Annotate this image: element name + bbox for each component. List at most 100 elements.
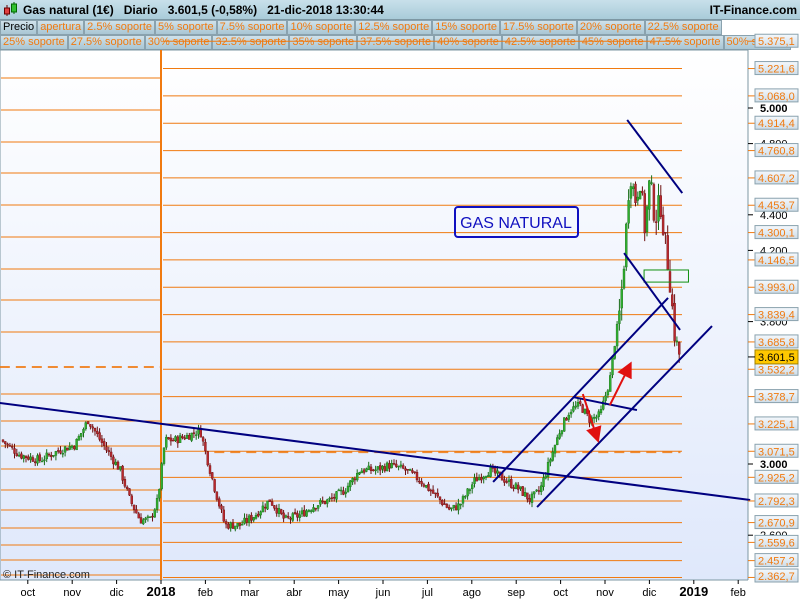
x-tick-label: dic	[110, 587, 125, 599]
candle-body	[296, 513, 299, 518]
candle-body	[160, 463, 163, 490]
candle-body	[217, 498, 221, 507]
candle-body	[466, 488, 469, 497]
candle-body	[595, 416, 598, 419]
candle-body	[268, 499, 271, 502]
support-label: 5.375,1	[758, 36, 795, 48]
candle-body	[473, 477, 476, 484]
candle-body	[220, 505, 223, 510]
candle-body	[392, 463, 396, 465]
candle	[213, 478, 216, 494]
support-label: 2.670,9	[758, 518, 795, 530]
candle	[652, 182, 656, 223]
candle-body	[551, 451, 554, 461]
candle-body	[70, 445, 74, 448]
candle-body	[119, 466, 122, 470]
candle-body	[535, 489, 538, 492]
candle-body	[487, 475, 490, 478]
candle-body	[259, 511, 262, 516]
candle-body	[411, 470, 414, 473]
candle-body	[91, 426, 94, 429]
annotation-text: GAS NATURAL	[460, 215, 572, 232]
candle-body	[678, 341, 681, 355]
support-label: 2.362,7	[758, 571, 795, 583]
support-label: 4.146,5	[758, 255, 795, 267]
candle-body	[15, 453, 19, 457]
candle-body	[178, 435, 182, 443]
candle-body	[105, 446, 108, 451]
candle-body	[542, 477, 545, 487]
candle-body	[77, 436, 81, 441]
candle-body	[109, 451, 113, 457]
candle-body	[471, 484, 474, 490]
candle-body	[114, 461, 117, 466]
candle-body	[165, 436, 168, 448]
candle-body	[583, 408, 587, 414]
candle-body	[606, 390, 610, 396]
candle-body	[1, 439, 5, 442]
candle-body	[427, 483, 430, 491]
candle-body	[273, 505, 276, 509]
candle	[622, 265, 626, 290]
candle	[611, 357, 614, 379]
candle-body	[289, 517, 292, 520]
candle-body	[643, 193, 646, 234]
current-price-label: 3.601,5	[758, 352, 795, 364]
candle-body	[648, 180, 651, 210]
candle-body	[560, 430, 564, 435]
candle-body	[636, 196, 639, 201]
candle-body	[215, 491, 219, 500]
candle-body	[139, 517, 143, 524]
support-label: 5.068,0	[758, 91, 795, 103]
candle-body	[47, 453, 51, 456]
candle-body	[112, 456, 115, 465]
candle-body	[61, 453, 64, 455]
candle-body	[116, 461, 120, 470]
candle-body	[59, 450, 62, 454]
candle-body	[634, 183, 637, 204]
candle-body	[556, 437, 559, 446]
x-tick-label: 2019	[679, 584, 708, 599]
candle-body	[475, 477, 478, 482]
candle-body	[280, 509, 283, 514]
candle-body	[615, 323, 619, 347]
candle-body	[171, 439, 175, 442]
candle-body	[40, 460, 44, 463]
candle	[162, 447, 166, 466]
candle-body	[254, 515, 258, 519]
price-chart[interactable]: GAS NATURAL© IT-Finance.com5.0004.8004.4…	[0, 0, 800, 600]
x-tick-label: mar	[240, 587, 259, 599]
candle-body	[73, 446, 76, 450]
candle-body	[298, 514, 301, 518]
candle-body	[664, 232, 667, 234]
candle-body	[553, 445, 557, 454]
support-label: 4.760,8	[758, 146, 795, 158]
candle-body	[293, 512, 297, 515]
candle	[66, 447, 69, 451]
candle-body	[661, 214, 665, 235]
candle-body	[657, 195, 660, 222]
x-tick-label: dic	[642, 587, 657, 599]
candle	[128, 488, 131, 497]
candle-body	[36, 455, 39, 464]
candle-body	[349, 480, 352, 488]
candle	[75, 438, 78, 451]
candle-body	[335, 491, 338, 500]
candle-body	[142, 519, 145, 525]
x-tick-label: jul	[421, 587, 433, 599]
candle-body	[188, 435, 191, 440]
candle-body	[358, 472, 361, 475]
candle-body	[574, 405, 577, 408]
support-label: 2.792,3	[758, 496, 795, 508]
candle-body	[277, 508, 281, 514]
candle-body	[125, 486, 129, 489]
candle-body	[206, 451, 209, 466]
candle-body	[43, 459, 46, 461]
candle-body	[162, 447, 166, 464]
candle-body	[450, 507, 453, 510]
candle-body	[321, 500, 324, 503]
candle	[323, 500, 327, 505]
candle-body	[581, 404, 584, 413]
candle-body	[356, 472, 359, 481]
candle	[291, 511, 294, 522]
